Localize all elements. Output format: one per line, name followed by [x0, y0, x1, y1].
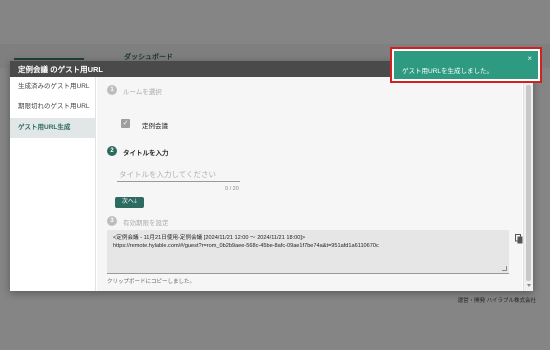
dialog-content: 1 ルームを選択 ✓ 定例会議 2 タイトルを入力 0 / 20 次へ🡓 3 有… — [97, 77, 523, 291]
next-button-label: 次へ — [121, 199, 134, 205]
url-text-line: https://remote.hylable.com/#/guest?r=rom… — [113, 243, 379, 249]
guest-url-dialog: 定例会議 のゲスト用URL 生成済みのゲスト用URL 期限切れのゲスト用URL … — [10, 61, 533, 291]
sidebar-item-label: 期限切れのゲスト用URL — [18, 103, 90, 110]
title-char-counter: 0 / 20 — [225, 186, 239, 192]
sidebar-item-label: ゲスト用URL生成 — [18, 124, 71, 131]
scroll-thumb[interactable] — [526, 85, 531, 281]
generated-url-textarea[interactable]: <定例会議 - 11月21日使用-定例会議 [2024/11/21 12:00 … — [107, 230, 509, 274]
toast-message: ゲスト用URLを生成しました。 — [402, 68, 494, 75]
room-checkbox-label: 定例会議 — [142, 123, 168, 130]
step-label: 有効期限を設定 — [123, 220, 169, 227]
toast-highlight: ゲスト用URLを生成しました。 × — [390, 47, 542, 83]
title-input[interactable] — [117, 167, 240, 182]
success-toast: ゲスト用URLを生成しました。 × — [394, 51, 538, 79]
resize-handle[interactable] — [502, 266, 507, 271]
room-checkbox[interactable]: ✓ — [121, 119, 130, 128]
sidebar-item-label: 生成済みのゲスト用URL — [18, 83, 90, 90]
step-label: ルームを選択 — [123, 89, 162, 96]
step-number: 1 — [107, 85, 117, 95]
sidebar-item-generated-urls[interactable]: 生成済みのゲスト用URL — [10, 77, 96, 97]
dialog-title: 定例会議 のゲスト用URL — [18, 65, 103, 74]
url-text-line: <定例会議 - 11月21日使用-定例会議 [2024/11/21 12:00 … — [113, 235, 306, 241]
sidebar-item-generate-url[interactable]: ゲスト用URL生成 — [10, 118, 96, 138]
copy-icon[interactable] — [515, 234, 523, 244]
arrow-down-icon: 🡓 — [133, 199, 138, 205]
sidebar-item-expired-urls[interactable]: 期限切れのゲスト用URL — [10, 97, 96, 117]
dialog-sidebar: 生成済みのゲスト用URL 期限切れのゲスト用URL ゲスト用URL生成 — [10, 77, 96, 291]
step-number: 3 — [107, 216, 117, 226]
scroll-down-arrow[interactable] — [527, 284, 531, 287]
next-button[interactable]: 次へ🡓 — [115, 197, 144, 208]
step-number: 2 — [107, 146, 117, 156]
copied-message: クリップボードにコピーしました。 — [107, 279, 196, 285]
dialog-scrollbar[interactable] — [523, 77, 533, 291]
step-label: タイトルを入力 — [123, 150, 169, 157]
close-icon[interactable]: × — [527, 54, 532, 63]
